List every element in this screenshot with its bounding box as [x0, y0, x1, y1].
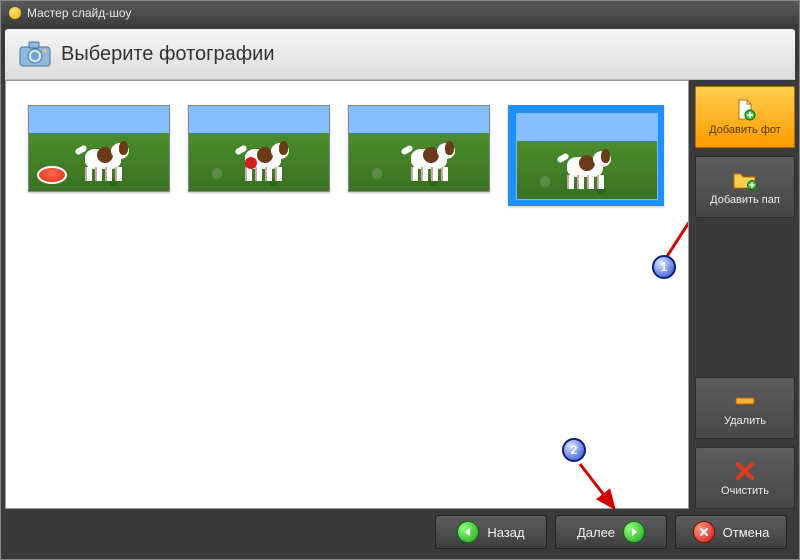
remove-button[interactable]: Удалить: [695, 377, 795, 439]
annotation-badge-2: 2: [562, 438, 586, 462]
arrow-left-icon: [457, 521, 479, 543]
thumbnail-photo-4-selected[interactable]: [508, 105, 664, 206]
add-folder-button[interactable]: Добавить пап: [695, 156, 795, 218]
thumbnail-photo-2[interactable]: [188, 105, 330, 192]
minus-icon: [733, 390, 757, 412]
wizard-header: Выберите фотографии: [5, 29, 795, 80]
arrow-right-icon: [623, 521, 645, 543]
back-label: Назад: [487, 525, 524, 540]
ball-icon: [245, 157, 257, 169]
cancel-label: Отмена: [723, 525, 770, 540]
slideshow-wizard-window: Мастер слайд-шоу Выберите фотографии: [0, 0, 800, 560]
window-title: Мастер слайд-шоу: [27, 6, 131, 20]
add-photo-button[interactable]: Добавить фот: [695, 86, 795, 148]
x-icon: [733, 460, 757, 482]
cancel-button[interactable]: Отмена: [675, 515, 787, 549]
add-photo-label: Добавить фот: [709, 124, 781, 136]
folder-add-icon: [733, 169, 757, 191]
app-icon: [9, 7, 21, 19]
thumbnail-strip: [6, 81, 688, 206]
back-button[interactable]: Назад: [435, 515, 547, 549]
wizard-body: 1 Добавить фот Добавить пап Удалить: [5, 80, 795, 509]
remove-label: Удалить: [724, 415, 766, 427]
next-button[interactable]: Далее 2: [555, 515, 667, 549]
page-title: Выберите фотографии: [61, 43, 275, 66]
sidebar: Добавить фот Добавить пап Удалить Очисти: [695, 80, 795, 509]
thumbnail-photo-3[interactable]: [348, 105, 490, 192]
thumbnail-photo-1[interactable]: [28, 105, 170, 192]
next-label: Далее: [577, 525, 615, 540]
file-add-icon: [733, 99, 757, 121]
camera-icon: [19, 41, 51, 67]
photo-canvas[interactable]: 1: [5, 80, 689, 509]
wizard-footer: Назад Далее 2 Отмена: [5, 509, 795, 555]
titlebar: Мастер слайд-шоу: [1, 1, 799, 25]
clear-label: Очистить: [721, 485, 769, 497]
add-folder-label: Добавить пап: [710, 194, 780, 206]
annotation-badge-1: 1: [652, 255, 676, 279]
cancel-icon: [693, 521, 715, 543]
clear-button[interactable]: Очистить: [695, 447, 795, 509]
